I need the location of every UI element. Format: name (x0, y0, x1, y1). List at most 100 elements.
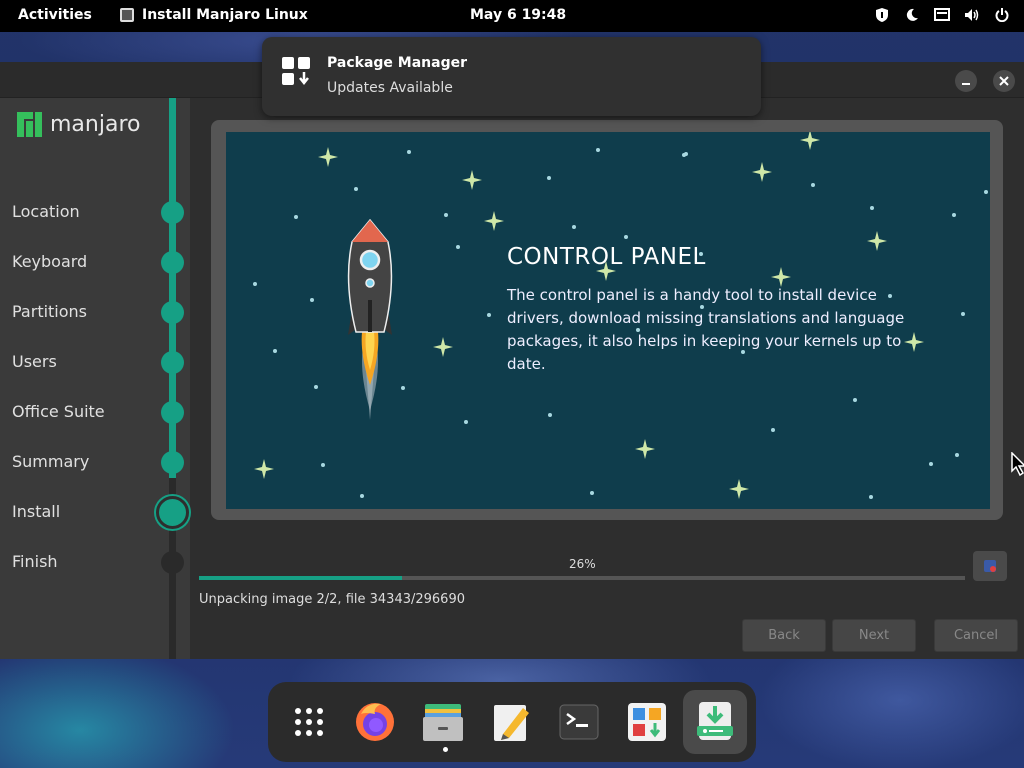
close-button[interactable] (993, 70, 1015, 92)
star-dot (273, 349, 277, 353)
manjaro-logo-icon (17, 112, 42, 137)
star-dot (870, 206, 874, 210)
installer-app-icon (120, 8, 134, 22)
step-label: Finish (12, 552, 58, 571)
star-dot (624, 235, 628, 239)
power-icon[interactable] (994, 6, 1010, 24)
minimize-icon (962, 83, 970, 85)
slide-title: CONTROL PANEL (507, 244, 706, 270)
star-icon (752, 162, 772, 182)
step-indicator (161, 301, 184, 324)
night-light-icon[interactable] (904, 6, 920, 24)
toggle-log-button[interactable] (973, 551, 1007, 581)
star-dot (314, 385, 318, 389)
slide-body: The control panel is a handy tool to ins… (507, 286, 905, 373)
log-icon (984, 560, 996, 572)
step-label: Partitions (12, 302, 88, 321)
next-button[interactable]: Next (832, 619, 916, 652)
cancel-button[interactable]: Cancel (934, 619, 1018, 652)
dock (268, 682, 756, 762)
slideshow-slide: CONTROL PANEL The control panel is a han… (226, 132, 990, 509)
activities-button[interactable]: Activities (18, 7, 92, 23)
step-indicator (161, 251, 184, 274)
star-dot (444, 213, 448, 217)
star-dot (354, 187, 358, 191)
clock[interactable]: May 6 19:48 (470, 7, 566, 23)
installer-icon[interactable] (683, 690, 747, 754)
sidebar-step-users: Users (0, 348, 190, 378)
sidebar-step-install: Install (0, 496, 190, 529)
step-label: Install (12, 502, 61, 521)
progress-bar (199, 576, 965, 580)
back-button[interactable]: Back (742, 619, 826, 652)
step-indicator (161, 351, 184, 374)
rocket-illustration (347, 218, 393, 420)
star-dot (360, 494, 364, 498)
notification-title: Package Manager (327, 55, 467, 71)
step-label: Office Suite (12, 402, 105, 421)
step-label: Users (12, 352, 57, 371)
step-indicator (161, 401, 184, 424)
progress-fill (199, 576, 402, 580)
notification-banner[interactable]: Package Manager Updates Available (262, 37, 761, 116)
star-icon (484, 211, 504, 231)
firefox-icon[interactable] (343, 690, 407, 754)
star-icon (729, 479, 749, 499)
installer-window: manjaro Location Keyboard Partitions Users O… (0, 62, 1024, 659)
star-dot (407, 150, 411, 154)
manjaro-logo: manjaro (17, 112, 140, 137)
star-dot (590, 491, 594, 495)
step-indicator (156, 496, 189, 529)
volume-icon[interactable] (964, 6, 980, 24)
step-indicator (161, 551, 184, 574)
terminal-icon[interactable] (547, 690, 611, 754)
app-grid-icon[interactable] (277, 690, 341, 754)
close-icon (999, 76, 1009, 86)
step-label: Summary (12, 452, 90, 471)
text-editor-icon[interactable] (479, 690, 543, 754)
step-indicator (161, 201, 184, 224)
shield-icon[interactable] (874, 6, 890, 24)
files-icon[interactable] (411, 690, 475, 754)
top-bar: Activities Install Manjaro Linux May 6 1… (0, 0, 1024, 32)
star-dot (294, 215, 298, 219)
star-dot (853, 398, 857, 402)
star-dot (321, 463, 325, 467)
system-tray[interactable] (874, 6, 1010, 24)
star-icon (462, 170, 482, 190)
star-dot (310, 298, 314, 302)
star-dot (487, 313, 491, 317)
sidebar-step-finish: Finish (0, 548, 190, 578)
sidebar-step-partitions: Partitions (0, 298, 190, 328)
install-status: Unpacking image 2/2, file 34343/296690 (199, 592, 465, 607)
progress-percent: 26% (569, 557, 596, 571)
sidebar-step-location: Location (0, 198, 190, 228)
step-label: Location (12, 202, 80, 221)
notification-body: Updates Available (327, 80, 453, 96)
star-dot (401, 386, 405, 390)
software-store-icon[interactable] (615, 690, 679, 754)
app-menu[interactable]: Install Manjaro Linux (120, 7, 308, 23)
star-icon (800, 132, 820, 150)
star-dot (253, 282, 257, 286)
star-dot (811, 183, 815, 187)
minimize-button[interactable] (955, 70, 977, 92)
sidebar-step-summary: Summary (0, 448, 190, 478)
screen-icon[interactable] (934, 6, 950, 24)
star-dot (464, 420, 468, 424)
star-dot (869, 495, 873, 499)
star-icon (254, 459, 274, 479)
star-dot (572, 225, 576, 229)
star-dot (961, 312, 965, 316)
star-dot (456, 245, 460, 249)
star-icon (318, 147, 338, 167)
step-indicator (161, 451, 184, 474)
running-indicator (443, 747, 448, 752)
mouse-cursor-icon (1011, 452, 1024, 476)
star-dot (547, 176, 551, 180)
star-dot (682, 153, 686, 157)
star-icon (867, 231, 887, 251)
star-icon (635, 439, 655, 459)
sidebar-step-keyboard: Keyboard (0, 248, 190, 278)
star-icon (433, 337, 453, 357)
